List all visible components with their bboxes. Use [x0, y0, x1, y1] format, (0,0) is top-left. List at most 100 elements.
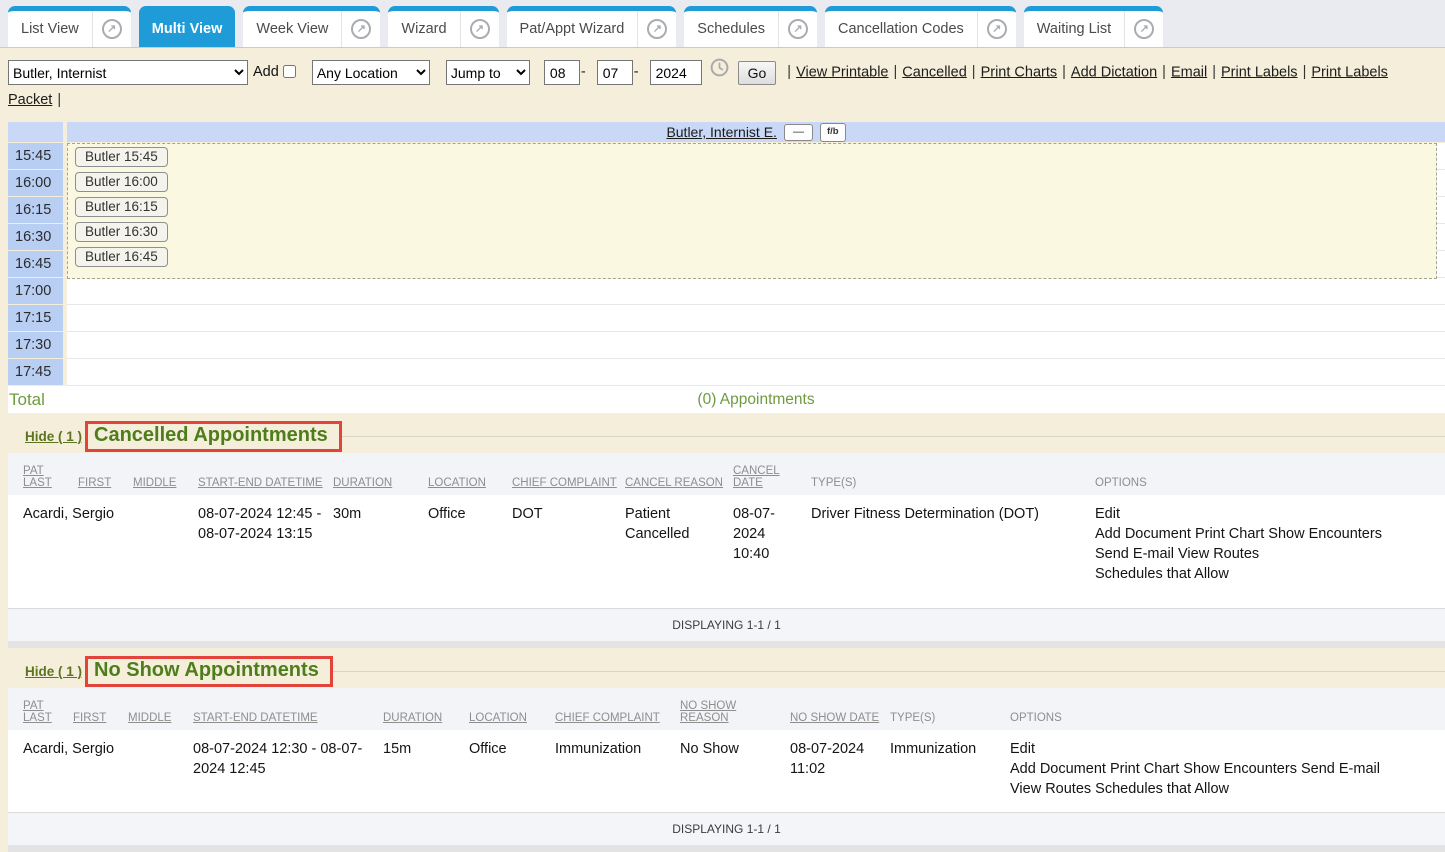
schedules-that-allow-link[interactable]: Schedules that Allow [1095, 566, 1229, 582]
tab-cancellation-codes-label[interactable]: Cancellation Codes [825, 11, 977, 47]
tab-list-view[interactable]: List View ↗ [8, 6, 131, 47]
provider-select[interactable]: Butler, Internist [8, 60, 248, 85]
tab-cancellation-codes[interactable]: Cancellation Codes ↗ [825, 6, 1016, 47]
open-slot-button[interactable]: Butler 16:45 [75, 247, 168, 267]
col-no-show-date[interactable]: NO SHOW DATE [790, 688, 890, 730]
provider-header-link[interactable]: Butler, Internist E. [666, 124, 777, 140]
external-link-icon[interactable]: ↗ [788, 19, 808, 39]
col-first[interactable]: FIRST [78, 453, 133, 495]
tab-pat-appt-wizard-popout[interactable]: ↗ [637, 11, 676, 47]
col-chief-complaint[interactable]: CHIEF COMPLAINT [512, 453, 625, 495]
go-button[interactable]: Go [738, 61, 777, 85]
edit-link[interactable]: Edit [1010, 741, 1035, 757]
schedule-grid-body: 15:45 16:00 16:15 16:30 16:45 17:00 17:1… [8, 143, 1445, 386]
print-chart-link[interactable]: Print Chart [1195, 526, 1264, 542]
tab-waiting-list[interactable]: Waiting List ↗ [1024, 6, 1163, 47]
view-routes-link[interactable]: View Routes [1178, 546, 1259, 562]
no-show-hide-link[interactable]: Hide ( 1 ) [25, 664, 82, 679]
time-label: 16:45 [8, 251, 63, 277]
tab-pat-appt-wizard-label[interactable]: Pat/Appt Wizard [507, 11, 638, 47]
tab-multi-view-label[interactable]: Multi View [139, 11, 236, 47]
send-email-link[interactable]: Send E-mail [1095, 546, 1174, 562]
schedule-slot-row[interactable] [67, 359, 1445, 386]
open-slot-button[interactable]: Butler 16:30 [75, 222, 168, 242]
external-link-icon[interactable]: ↗ [351, 19, 371, 39]
date-day-field[interactable] [597, 60, 633, 85]
col-types: TYPE(S) [811, 453, 1095, 495]
col-cancel-date[interactable]: CANCEL DATE [733, 453, 811, 495]
external-link-icon[interactable]: ↗ [470, 19, 490, 39]
jump-to-select[interactable]: Jump to [446, 60, 530, 85]
print-chart-link[interactable]: Print Chart [1110, 761, 1179, 777]
schedule-slot-row[interactable] [67, 278, 1445, 305]
schedule-slot-row[interactable] [67, 305, 1445, 332]
view-routes-link[interactable]: View Routes [1010, 781, 1091, 797]
date-year-field[interactable] [650, 60, 702, 85]
external-link-icon[interactable]: ↗ [102, 19, 122, 39]
send-email-link[interactable]: Send E-mail [1301, 761, 1380, 777]
tab-waiting-list-label[interactable]: Waiting List [1024, 11, 1124, 47]
external-link-icon[interactable]: ↗ [647, 19, 667, 39]
add-document-link[interactable]: Add Document [1095, 526, 1191, 542]
open-slot-button[interactable]: Butler 16:15 [75, 197, 168, 217]
col-duration[interactable]: DURATION [333, 453, 428, 495]
col-middle[interactable]: MIDDLE [133, 453, 198, 495]
external-link-icon[interactable]: ↗ [1134, 19, 1154, 39]
external-link-icon[interactable]: ↗ [987, 19, 1007, 39]
minimize-column-button[interactable]: — [784, 124, 813, 141]
open-slot-button[interactable]: Butler 16:00 [75, 172, 168, 192]
schedule-slot-row[interactable] [67, 332, 1445, 359]
view-printable-link[interactable]: View Printable [796, 64, 888, 80]
time-label: 17:15 [8, 305, 63, 331]
edit-link[interactable]: Edit [1095, 506, 1120, 522]
add-provider-checkbox[interactable] [283, 65, 296, 78]
col-pat-last[interactable]: PAT LAST [8, 453, 78, 495]
tab-waiting-list-popout[interactable]: ↗ [1124, 11, 1163, 47]
tab-list-view-popout[interactable]: ↗ [92, 11, 131, 47]
tab-week-view-label[interactable]: Week View [243, 11, 341, 47]
col-no-show-reason[interactable]: NO SHOW REASON [680, 688, 790, 730]
tab-week-view-popout[interactable]: ↗ [341, 11, 380, 47]
link-separator: | [1162, 64, 1166, 80]
col-chief-complaint[interactable]: CHIEF COMPLAINT [555, 688, 680, 730]
tab-wizard-popout[interactable]: ↗ [460, 11, 499, 47]
tab-schedules-popout[interactable]: ↗ [778, 11, 817, 47]
email-link[interactable]: Email [1171, 64, 1207, 80]
cancelled-hide-link[interactable]: Hide ( 1 ) [25, 429, 82, 444]
col-first[interactable]: FIRST [73, 688, 128, 730]
tab-cancellation-codes-popout[interactable]: ↗ [977, 11, 1016, 47]
add-dictation-link[interactable]: Add Dictation [1071, 64, 1157, 80]
total-appointments-count: (0) Appointments [67, 391, 1445, 409]
clock-icon[interactable] [710, 58, 729, 87]
col-middle[interactable]: MIDDLE [128, 688, 193, 730]
col-location[interactable]: LOCATION [469, 688, 555, 730]
tab-multi-view[interactable]: Multi View [139, 6, 236, 47]
schedules-that-allow-link[interactable]: Schedules that Allow [1095, 781, 1229, 797]
col-cancel-reason[interactable]: CANCEL REASON [625, 453, 733, 495]
col-start-end[interactable]: START-END DATETIME [193, 688, 383, 730]
add-document-link[interactable]: Add Document [1010, 761, 1106, 777]
col-duration[interactable]: DURATION [383, 688, 469, 730]
tab-wizard[interactable]: Wizard ↗ [388, 6, 498, 47]
show-encounters-link[interactable]: Show Encounters [1268, 526, 1382, 542]
date-month-field[interactable] [544, 60, 580, 85]
cancelled-link[interactable]: Cancelled [902, 64, 967, 80]
col-location[interactable]: LOCATION [428, 453, 512, 495]
cancelled-appointments-table: PAT LAST FIRST MIDDLE START-END DATETIME… [8, 453, 1445, 648]
tab-pat-appt-wizard[interactable]: Pat/Appt Wizard ↗ [507, 6, 677, 47]
tab-schedules[interactable]: Schedules ↗ [684, 6, 817, 47]
link-separator: | [1303, 64, 1307, 80]
print-charts-link[interactable]: Print Charts [981, 64, 1058, 80]
fb-toggle-button[interactable]: f/b [820, 123, 846, 142]
print-labels-link[interactable]: Print Labels [1221, 64, 1298, 80]
no-show-section-header: Hide ( 1 ) No Show Appointments [25, 655, 1445, 688]
col-start-end[interactable]: START-END DATETIME [198, 453, 333, 495]
col-pat-last[interactable]: PAT LAST [8, 688, 73, 730]
tab-schedules-label[interactable]: Schedules [684, 11, 778, 47]
tab-wizard-label[interactable]: Wizard [388, 11, 459, 47]
show-encounters-link[interactable]: Show Encounters [1183, 761, 1297, 777]
open-slot-button[interactable]: Butler 15:45 [75, 147, 168, 167]
tab-list-view-label[interactable]: List View [8, 11, 92, 47]
tab-week-view[interactable]: Week View ↗ [243, 6, 380, 47]
location-select[interactable]: Any Location [312, 60, 430, 85]
